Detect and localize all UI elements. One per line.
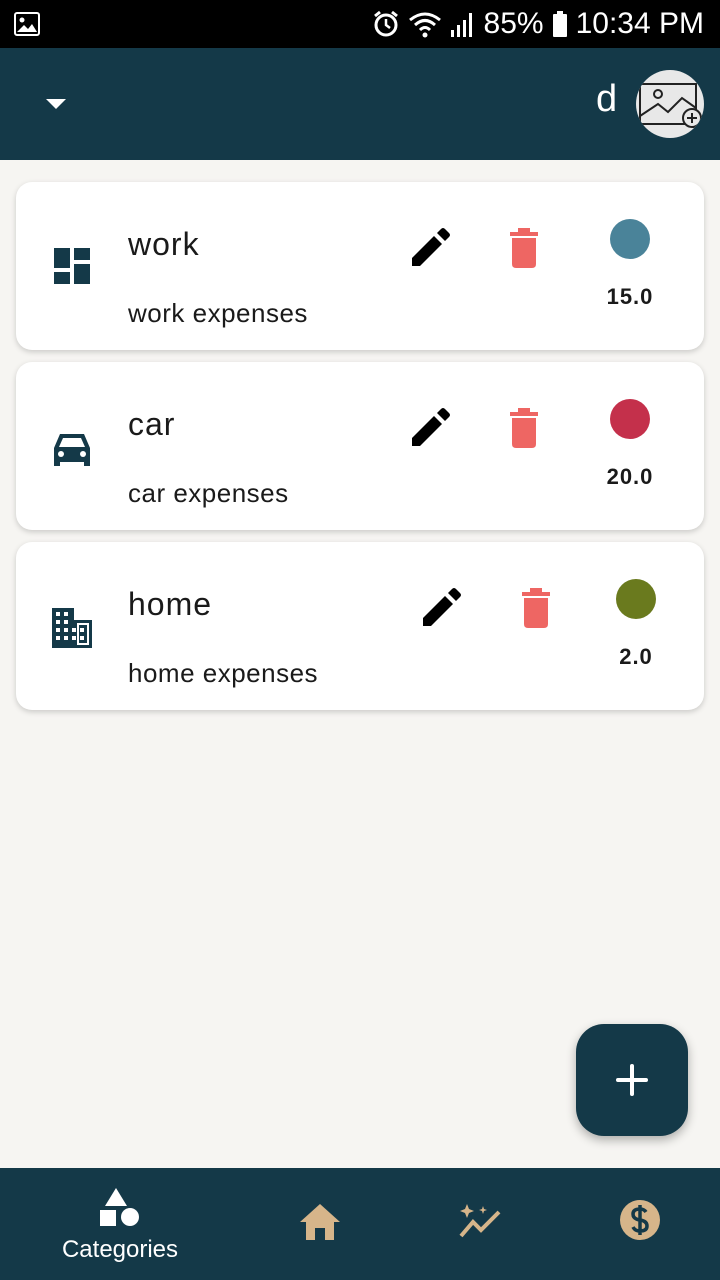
category-card-car[interactable]: car car expenses 20.0: [16, 362, 704, 530]
clock: 10:34 PM: [575, 7, 704, 40]
category-amount: 15.0: [606, 284, 654, 309]
color-indicator: [610, 399, 650, 439]
delete-button[interactable]: [504, 406, 544, 450]
shapes-icon: [100, 1188, 139, 1226]
wifi-icon: [408, 12, 441, 38]
plus-icon: [616, 1064, 648, 1096]
nav-item-categories[interactable]: Categories: [30, 1168, 210, 1280]
app-bar: d: [0, 48, 720, 160]
avatar-button[interactable]: [636, 70, 704, 138]
nav-label: Categories: [61, 1236, 179, 1263]
category-description: work expenses: [128, 298, 308, 328]
nav-item-budget[interactable]: [550, 1168, 720, 1280]
dashboard-icon: [54, 248, 90, 284]
edit-button[interactable]: [408, 406, 452, 450]
dollar-icon: [620, 1200, 660, 1240]
edit-button[interactable]: [419, 586, 463, 630]
add-photo-icon: [639, 83, 702, 128]
edit-button[interactable]: [408, 226, 452, 270]
sparkle-chart-icon: [459, 1204, 501, 1238]
delete-button[interactable]: [516, 586, 556, 630]
category-card-work[interactable]: work work expenses 15.0: [16, 182, 704, 350]
nav-item-home[interactable]: [230, 1168, 410, 1280]
caret-down-icon: [46, 99, 66, 109]
dropdown-button[interactable]: [42, 92, 70, 116]
category-description: car expenses: [128, 478, 289, 508]
user-initial: d: [596, 78, 618, 120]
pencil-icon: [412, 408, 450, 446]
battery-percent: 85%: [483, 7, 544, 40]
battery-icon: [552, 11, 567, 37]
pencil-icon: [423, 588, 461, 626]
trash-icon: [522, 588, 550, 628]
delete-button[interactable]: [504, 226, 544, 270]
category-amount: 2.0: [619, 644, 653, 669]
category-card-home[interactable]: home home expenses 2.0: [16, 542, 704, 710]
category-title: work: [128, 226, 200, 262]
category-title: car: [128, 406, 176, 442]
bottom-navigation: Categories: [0, 1168, 720, 1280]
building-icon: [52, 608, 92, 648]
status-bar: 85% 10:34 PM: [0, 0, 720, 48]
signal-icon: [450, 13, 472, 37]
home-icon: [300, 1204, 340, 1240]
pencil-icon: [412, 228, 450, 266]
alarm-icon: [373, 10, 398, 37]
car-icon: [54, 434, 90, 466]
category-title: home: [128, 586, 213, 622]
add-category-button[interactable]: [576, 1024, 688, 1136]
trash-icon: [510, 408, 538, 448]
color-indicator: [616, 579, 656, 619]
color-indicator: [610, 219, 650, 259]
nav-item-insights[interactable]: [390, 1168, 570, 1280]
image-notification-icon: [14, 12, 40, 36]
category-amount: 20.0: [606, 464, 654, 489]
category-description: home expenses: [128, 658, 319, 688]
trash-icon: [510, 228, 538, 268]
